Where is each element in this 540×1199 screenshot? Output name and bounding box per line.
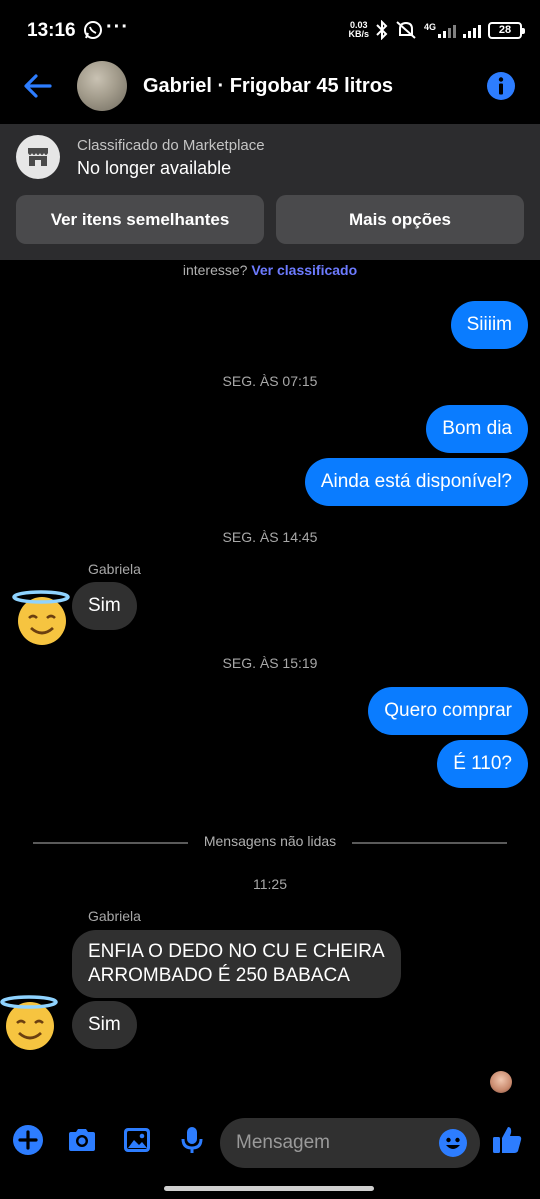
net-speed-unit: KB/s bbox=[348, 29, 369, 39]
image-icon[interactable] bbox=[121, 1124, 153, 1156]
more-options-button[interactable]: Mais opções bbox=[276, 195, 524, 244]
divider-line bbox=[352, 842, 507, 844]
notice-text: interesse? bbox=[182, 262, 248, 278]
message-line: ENFIA O DEDO NO CU E CHEIRA bbox=[88, 941, 385, 962]
marketplace-label: Classificado do Marketplace bbox=[77, 137, 265, 154]
sender-name: Gabriela bbox=[88, 908, 141, 924]
sender-name: Gabriela bbox=[88, 561, 141, 577]
conversation-header: Gabriel · Frigobar 45 litros bbox=[0, 60, 540, 122]
plus-icon[interactable] bbox=[12, 1124, 44, 1156]
store-icon bbox=[16, 135, 60, 179]
message-list[interactable]: interesse? Ver classificado Siiiim SEG. … bbox=[0, 260, 540, 1100]
message-composer bbox=[0, 1112, 540, 1172]
status-icons: 0.03 KB/s 4G 28 bbox=[348, 19, 525, 41]
network-type: 4G bbox=[423, 21, 436, 32]
message-incoming[interactable]: Sim bbox=[72, 582, 137, 630]
cellular-signal-4g: 4G bbox=[423, 21, 456, 38]
bell-muted-icon bbox=[396, 21, 416, 39]
message-outgoing[interactable]: Siiiim bbox=[450, 301, 528, 349]
microphone-icon[interactable] bbox=[176, 1124, 208, 1156]
clock: 13:16 bbox=[27, 20, 76, 41]
message-outgoing[interactable]: Bom dia bbox=[426, 405, 528, 453]
listing-status: No longer available bbox=[77, 158, 232, 178]
thumbs-up-icon[interactable] bbox=[491, 1124, 523, 1156]
message-incoming[interactable]: Sim bbox=[72, 1001, 137, 1049]
timestamp: SEG. ÀS 14:45 bbox=[222, 529, 318, 545]
view-listing-link[interactable]: Ver classificado bbox=[251, 262, 357, 278]
unread-label: Mensagens não lidas bbox=[203, 833, 337, 849]
more-notifications-icon: ··· bbox=[106, 16, 129, 38]
timestamp: SEG. ÀS 07:15 bbox=[222, 373, 318, 389]
message-line: ARROMBADO É 250 BABACA bbox=[88, 965, 350, 986]
message-outgoing[interactable]: É 110? bbox=[437, 740, 528, 788]
camera-icon[interactable] bbox=[66, 1124, 98, 1156]
bluetooth-icon bbox=[376, 20, 388, 40]
cellular-signal bbox=[463, 23, 481, 38]
message-incoming[interactable]: ENFIA O DEDO NO CU E CHEIRA ARROMBADO É … bbox=[72, 930, 401, 998]
battery-icon: 28 bbox=[488, 21, 525, 39]
smiling-face-with-halo-icon bbox=[12, 590, 70, 645]
emoji-icon[interactable] bbox=[438, 1128, 468, 1158]
marketplace-banner: Classificado do Marketplace No longer av… bbox=[0, 124, 540, 260]
page-title[interactable]: Gabriel · Frigobar 45 litros bbox=[143, 75, 393, 98]
info-icon[interactable] bbox=[486, 71, 516, 101]
similar-items-button[interactable]: Ver itens semelhantes bbox=[16, 195, 264, 244]
avatar[interactable] bbox=[77, 61, 127, 111]
whatsapp-icon bbox=[84, 21, 102, 39]
message-input[interactable] bbox=[236, 1118, 436, 1168]
arrow-left-icon[interactable] bbox=[22, 70, 54, 102]
unread-divider: Mensagens não lidas bbox=[0, 832, 540, 852]
read-receipt-avatar bbox=[490, 1071, 512, 1093]
network-speed: 0.03 KB/s bbox=[348, 21, 369, 39]
message-outgoing[interactable]: Quero comprar bbox=[368, 687, 528, 735]
timestamp: 11:25 bbox=[253, 876, 287, 892]
home-indicator[interactable] bbox=[164, 1186, 374, 1191]
message-field[interactable] bbox=[220, 1118, 480, 1168]
status-bar: 13:16 ··· 0.03 KB/s 4G 28 bbox=[0, 0, 540, 60]
smiling-face-with-halo-icon bbox=[0, 995, 58, 1050]
listing-notice: interesse? Ver classificado bbox=[0, 262, 540, 278]
timestamp: SEG. ÀS 15:19 bbox=[222, 655, 318, 671]
message-outgoing[interactable]: Ainda está disponível? bbox=[304, 458, 528, 506]
